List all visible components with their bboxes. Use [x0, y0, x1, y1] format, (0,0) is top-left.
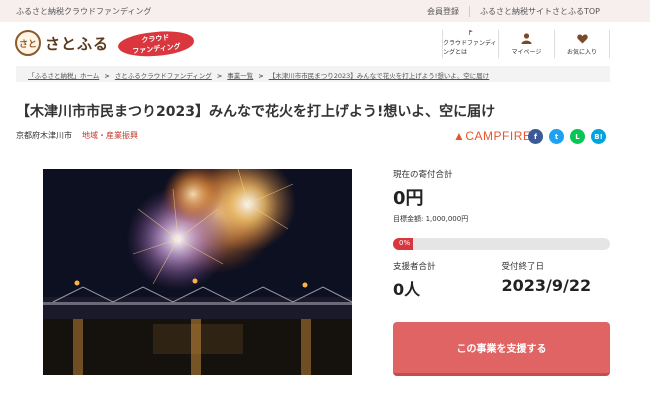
deadline-label: 受付終了日: [501, 262, 545, 272]
share-buttons: f t L B!: [528, 129, 606, 144]
facebook-icon[interactable]: f: [528, 129, 543, 144]
project-image: [43, 169, 352, 375]
project-location: 京都府木津川市: [16, 131, 72, 140]
current-amount: 0円: [393, 188, 424, 209]
site-header: さと さとふる クラウド ファンディング クラウドファンディングとは マイページ…: [0, 22, 650, 64]
campfire-flame-icon: ▲: [453, 129, 466, 143]
register-link[interactable]: 会員登録: [417, 6, 469, 17]
satofull-top-link[interactable]: ふるさと納税サイトさとふるTOP: [468, 6, 610, 17]
nav-label: マイページ: [511, 49, 542, 56]
breadcrumb-separator: >: [216, 72, 223, 80]
progress-bar: 0%: [393, 238, 610, 250]
progress-text: 0%: [399, 239, 411, 247]
person-icon: [521, 33, 532, 44]
supporters-value: 0人: [393, 280, 421, 299]
hatena-icon[interactable]: B!: [591, 129, 606, 144]
campfire-logo: ▲CAMPFIRE: [453, 129, 531, 143]
funding-stats: 現在の寄付合計 0円 目標金額: 1,000,000円 0% 支援者合計 0人 …: [393, 168, 610, 300]
stats-row: 支援者合計 0人 受付終了日 2023/9/22: [393, 260, 610, 300]
supporters-label: 支援者合計: [393, 262, 436, 272]
line-icon[interactable]: L: [570, 129, 585, 144]
breadcrumb-crowdfunding[interactable]: さとふるクラウドファンディング: [115, 72, 212, 80]
breadcrumb: 「ふるさと納税」ホーム > さとふるクラウドファンディング > 事業一覧 > 【木津川市市民…: [16, 66, 610, 82]
flag-icon: [468, 30, 473, 35]
project-meta: 京都府木津川市 地域・産業振興: [16, 130, 138, 141]
crowdfunding-badge[interactable]: クラウド ファンディング: [116, 28, 196, 60]
breadcrumb-projects[interactable]: 事業一覧: [227, 72, 253, 80]
goal-amount: 目標金額: 1,000,000円: [393, 215, 469, 223]
breadcrumb-separator: >: [258, 72, 264, 80]
top-links: 会員登録 ふるさと納税サイトさとふるTOP: [417, 6, 610, 17]
current-amount-label: 現在の寄付合計: [393, 170, 453, 180]
logo-text: さとふる: [45, 34, 110, 53]
nav-favorites[interactable]: お気に入り: [554, 30, 610, 58]
heart-icon: [576, 34, 588, 44]
nav-mypage[interactable]: マイページ: [498, 30, 554, 58]
support-project-button[interactable]: この事業を支援する: [393, 322, 610, 376]
project-title: 【木津川市市民まつり2023】みんなで花火を打上げよう!想いよ、空に届け: [16, 104, 496, 120]
twitter-icon[interactable]: t: [549, 129, 564, 144]
logo-mark: さと: [15, 30, 41, 56]
breadcrumb-home[interactable]: 「ふるさと納税」ホーム: [28, 72, 99, 80]
site-tagline: ふるさと納税クラウドファンディング: [16, 7, 152, 16]
project-category[interactable]: 地域・産業振興: [82, 131, 138, 140]
supporters-block: 支援者合計 0人: [393, 260, 502, 300]
satofull-logo[interactable]: さと さとふる: [15, 30, 109, 56]
deadline-block: 受付終了日 2023/9/22: [502, 260, 611, 300]
platform-name: CAMPFIRE: [465, 129, 532, 143]
nav-about-crowdfunding[interactable]: クラウドファンディングとは: [442, 30, 498, 58]
breadcrumb-current[interactable]: 【木津川市市民まつり2023】みんなで花火を打上げよう!想いよ、空に届け: [269, 72, 490, 80]
fireworks-photo: [43, 169, 352, 375]
breadcrumb-separator: >: [104, 72, 110, 80]
top-bar: ふるさと納税クラウドファンディング 会員登録 ふるさと納税サイトさとふるTOP: [0, 0, 650, 22]
header-nav: クラウドファンディングとは マイページ お気に入り: [442, 30, 610, 58]
nav-label: クラウドファンディングとは: [443, 40, 497, 56]
deadline-value: 2023/9/22: [501, 276, 592, 295]
nav-label: お気に入り: [566, 49, 597, 56]
